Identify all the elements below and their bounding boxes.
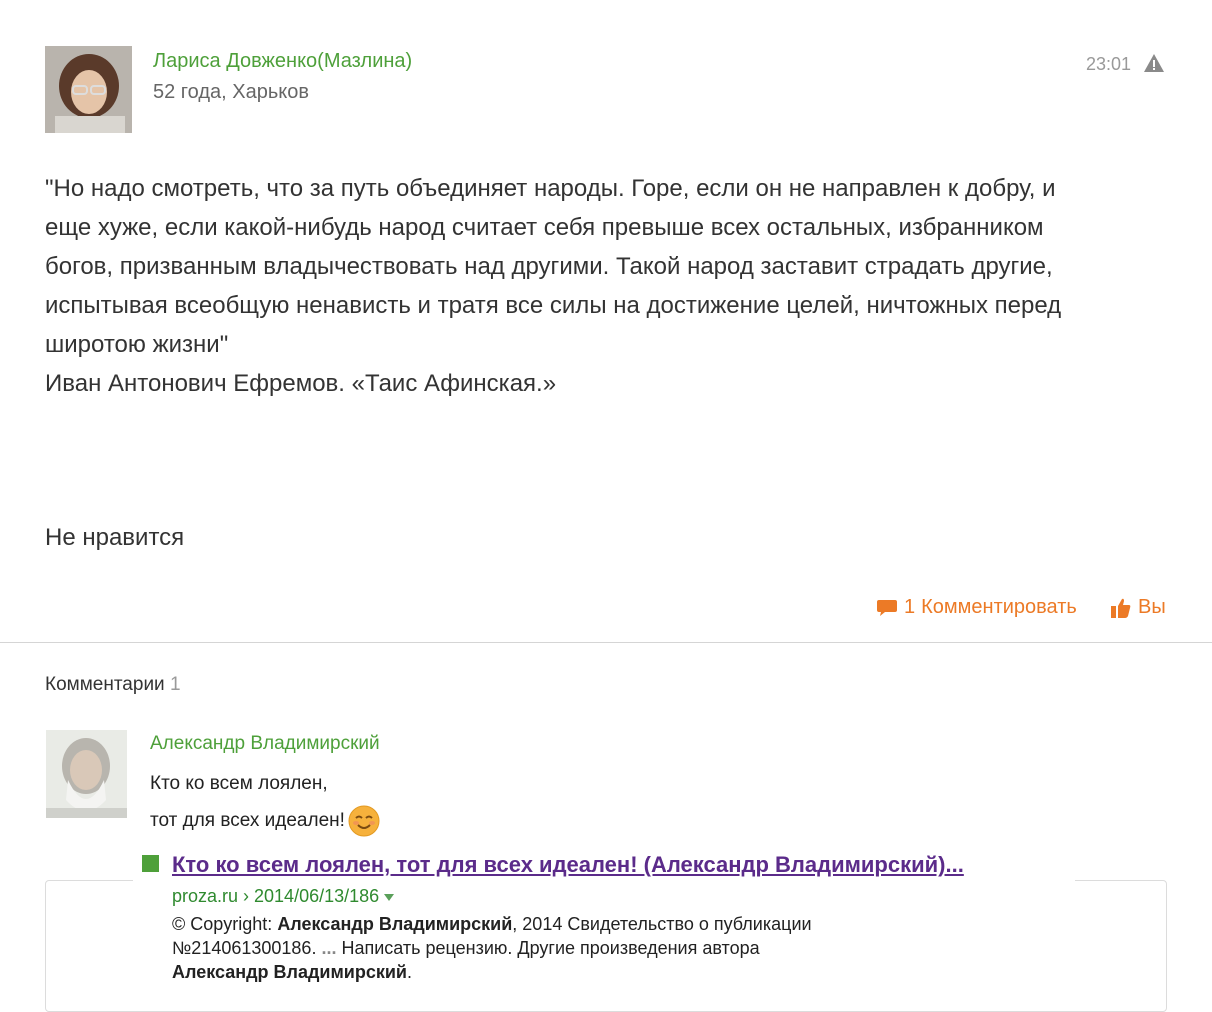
like-button[interactable]: Вы (1110, 596, 1166, 619)
snippet-desc-part: . (406, 962, 412, 982)
caret-down-icon[interactable] (384, 893, 395, 901)
comments-title: Комментарии (45, 674, 165, 695)
author-avatar[interactable] (45, 46, 132, 133)
comment-label: Комментировать (921, 596, 1077, 618)
snippet-desc-bold: Александр Владимирский (172, 962, 407, 982)
post-author-name[interactable]: Лариса Довженко(Мазлина) (153, 50, 412, 73)
comment-line-1: Кто ко всем лоялен, (150, 773, 328, 794)
snippet-title-link[interactable]: Кто ко всем лоялен, тот для всех идеален… (172, 852, 964, 878)
post-author-meta: 52 года, Харьков (153, 81, 309, 103)
comment-button[interactable]: 1 Комментировать (876, 596, 1077, 619)
comment-line-2: тот для всех идеален! (150, 810, 345, 831)
snippet-url-text: proza.ru › 2014/06/13/186 (172, 886, 380, 906)
snippet-desc-part: , 2014 Свидетельство о публикации (512, 914, 812, 934)
snippet-desc-part: №214061300186. (172, 938, 322, 958)
like-label: Вы (1138, 596, 1166, 618)
avatar-photo (46, 730, 127, 818)
comment-author-avatar[interactable] (46, 730, 127, 818)
comment-bubble-icon (877, 599, 897, 616)
thumbs-up-icon (1111, 598, 1131, 618)
comment-text: Кто ко всем лоялен, тот для всех идеален… (150, 765, 381, 839)
snippet-desc-part: © Copyright: (172, 914, 278, 934)
post-time: 23:01 (1086, 54, 1132, 74)
green-square-icon (142, 855, 159, 872)
snippet-description: © Copyright: Александр Владимирский, 201… (172, 912, 1072, 984)
comments-count: 1 (169, 674, 181, 695)
post-status-text: Не нравится (45, 524, 185, 551)
smiley-icon (348, 805, 380, 836)
comments-heading: Комментарии 1 (45, 674, 181, 696)
avatar-photo (45, 46, 132, 133)
snippet-url[interactable]: proza.ru › 2014/06/13/186 (172, 886, 395, 907)
comment-count: 1 (904, 596, 916, 618)
warning-icon[interactable] (1143, 53, 1165, 73)
snippet-desc-part: Написать рецензию. Другие произведения а… (336, 938, 760, 958)
snippet-desc-bold: Александр Владимирский (277, 914, 513, 934)
search-snippet: Кто ко всем лоялен, тот для всех идеален… (133, 846, 1075, 991)
snippet-desc-bold: ... (321, 938, 337, 958)
section-divider (0, 642, 1212, 643)
comment-author-name[interactable]: Александр Владимирский (150, 733, 380, 755)
post-text: "Но надо смотреть, что за путь объединяе… (45, 175, 1062, 397)
